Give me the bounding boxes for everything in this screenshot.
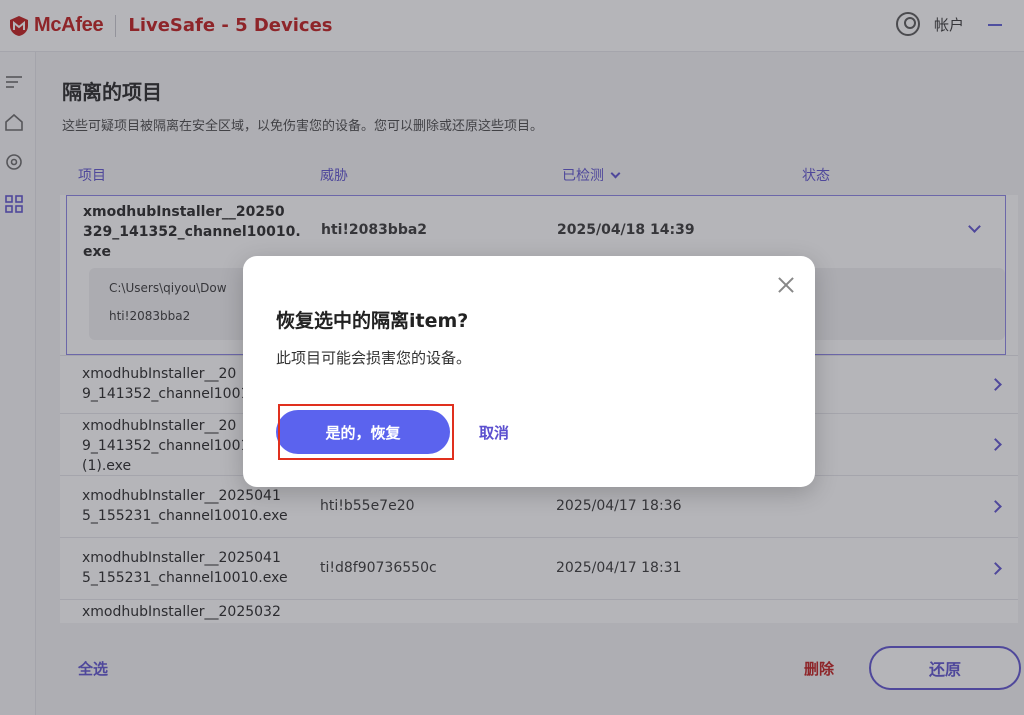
dialog-title: 恢复选中的隔离item? [276,310,469,332]
restore-dialog: 恢复选中的隔离item? 此项目可能会损害您的设备。 是的，恢复 取消 [243,256,815,487]
close-icon[interactable] [777,276,795,294]
dialog-message: 此项目可能会损害您的设备。 [276,349,472,367]
highlight-box [278,404,454,460]
cancel-button[interactable]: 取消 [479,422,509,443]
